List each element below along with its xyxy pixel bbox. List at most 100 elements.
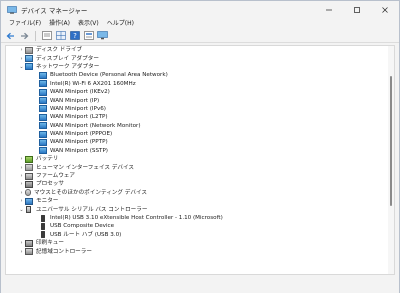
network-adapter-icon bbox=[39, 88, 47, 96]
tree-category[interactable]: › ディスク ドライブ bbox=[6, 46, 389, 54]
scrollbar-thumb[interactable] bbox=[390, 76, 392, 206]
tree-item-label: 印刷キュー bbox=[36, 240, 64, 247]
tree-category[interactable]: ⌄ ユニバーサル シリアル バス コントローラー bbox=[6, 205, 389, 214]
update-driver-button[interactable] bbox=[55, 30, 66, 41]
mouse-icon bbox=[25, 189, 31, 197]
scan-hardware-button[interactable] bbox=[97, 30, 108, 41]
print-queue-icon bbox=[25, 239, 33, 247]
tree-category[interactable]: › ファームウェア bbox=[6, 172, 389, 180]
tree-category[interactable]: › モニター bbox=[6, 197, 389, 205]
expand-chevron-icon[interactable]: › bbox=[18, 180, 25, 188]
expand-chevron-icon[interactable]: › bbox=[18, 155, 25, 163]
tree-device[interactable]: WAN Miniport (PPTP) bbox=[6, 138, 389, 146]
expand-chevron-icon[interactable]: › bbox=[18, 172, 25, 180]
tree-item-label: ディスプレイ アダプター bbox=[36, 55, 99, 62]
tree-item-label: ディスク ドライブ bbox=[36, 47, 83, 54]
expand-chevron-icon[interactable]: › bbox=[18, 248, 25, 256]
storage-controller-icon bbox=[25, 248, 33, 256]
expand-chevron-icon[interactable]: › bbox=[18, 46, 25, 54]
network-adapter-icon bbox=[39, 113, 47, 121]
network-adapter-icon bbox=[25, 63, 33, 71]
view-button[interactable] bbox=[83, 30, 94, 41]
help-button[interactable]: ? bbox=[69, 30, 80, 41]
tree-category[interactable]: › プロセッサ bbox=[6, 180, 389, 188]
maximize-icon bbox=[354, 6, 360, 13]
back-button[interactable] bbox=[5, 30, 16, 41]
usb-controller-icon bbox=[26, 206, 31, 214]
expand-chevron-icon[interactable]: › bbox=[18, 239, 25, 247]
processor-icon bbox=[25, 180, 33, 188]
battery-icon bbox=[25, 155, 33, 163]
vertical-scrollbar[interactable] bbox=[388, 46, 394, 274]
device-tree-panel: › ディスク ドライブ › ディスプレイ アダプター ⌄ ネットワーク アダプター Blue… bbox=[5, 45, 395, 275]
menu-action[interactable]: 操作(A) bbox=[45, 18, 74, 29]
tree-device[interactable]: Intel(R) USB 3.10 eXtensible Host Contro… bbox=[6, 214, 389, 222]
collapse-chevron-icon[interactable]: ⌄ bbox=[18, 63, 25, 71]
tree-item-label: USB Composite Device bbox=[50, 223, 115, 230]
device-tree: › ディスク ドライブ › ディスプレイ アダプター ⌄ ネットワーク アダプター Blue… bbox=[6, 46, 389, 256]
tree-device[interactable]: WAN Miniport (SSTP) bbox=[6, 147, 389, 155]
maximize-button[interactable] bbox=[343, 1, 371, 18]
menu-help[interactable]: ヘルプ(H) bbox=[103, 18, 138, 29]
monitor-scan-icon bbox=[97, 31, 108, 40]
toolbar: ? bbox=[1, 29, 399, 43]
tree-device[interactable]: WAN Miniport (IPv6) bbox=[6, 105, 389, 113]
expand-chevron-icon[interactable]: › bbox=[18, 164, 25, 172]
network-adapter-icon bbox=[39, 147, 47, 155]
tree-device[interactable]: WAN Miniport (IP) bbox=[6, 96, 389, 105]
minimize-button[interactable] bbox=[315, 1, 343, 18]
tree-item-label: 記憶域コントローラー bbox=[36, 248, 92, 255]
expand-chevron-icon[interactable]: › bbox=[18, 197, 25, 205]
usb-icon bbox=[41, 214, 45, 222]
tree-device[interactable]: Intel(R) Wi-Fi 6 AX201 160MHz bbox=[6, 80, 389, 88]
tree-device[interactable]: USB ルート ハブ (USB 3.0) bbox=[6, 231, 389, 239]
tree-item-label: WAN Miniport (Network Monitor) bbox=[50, 122, 141, 129]
tree-category[interactable]: ⌄ ネットワーク アダプター bbox=[6, 63, 389, 71]
tree-category[interactable]: › ヒューマン インターフェイス デバイス bbox=[6, 163, 389, 172]
tree-item-label: ユニバーサル シリアル バス コントローラー bbox=[36, 206, 148, 213]
tree-device[interactable]: USB Composite Device bbox=[6, 222, 389, 230]
hid-icon bbox=[25, 164, 33, 172]
forward-button[interactable] bbox=[19, 30, 30, 41]
tree-device[interactable]: WAN Miniport (Network Monitor) bbox=[6, 122, 389, 130]
collapse-chevron-icon[interactable]: ⌄ bbox=[18, 206, 25, 214]
tree-item-label: ヒューマン インターフェイス デバイス bbox=[36, 164, 134, 171]
view-list-icon bbox=[83, 31, 94, 40]
tree-item-label: モニター bbox=[36, 198, 59, 205]
tree-item-label: マウスとそのほかのポインティング デバイス bbox=[34, 189, 147, 196]
tree-category[interactable]: › マウスとそのほかのポインティング デバイス bbox=[6, 189, 389, 197]
tree-category[interactable]: › 記憶域コントローラー bbox=[6, 247, 389, 256]
menu-view[interactable]: 表示(V) bbox=[74, 18, 103, 29]
tree-device[interactable]: WAN Miniport (PPPOE) bbox=[6, 130, 389, 138]
tree-item-label: Intel(R) USB 3.10 eXtensible Host Contro… bbox=[50, 215, 223, 221]
title-bar: デバイス マネージャー bbox=[1, 1, 399, 18]
tree-item-label: WAN Miniport (IPv6) bbox=[50, 105, 106, 112]
tree-device[interactable]: WAN Miniport (L2TP) bbox=[6, 113, 389, 121]
tree-item-label: バッテリ bbox=[36, 156, 59, 163]
expand-chevron-icon[interactable]: › bbox=[18, 55, 25, 63]
device-manager-window: デバイス マネージャー ファイル(F) 操作(A) 表示(V) ヘルプ(H) ?… bbox=[0, 0, 400, 293]
firmware-icon bbox=[25, 172, 33, 180]
close-button[interactable] bbox=[371, 1, 399, 18]
expand-chevron-icon[interactable]: › bbox=[18, 189, 25, 197]
menu-file[interactable]: ファイル(F) bbox=[5, 18, 45, 29]
tree-device[interactable]: WAN Miniport (IKEv2) bbox=[6, 88, 389, 96]
tree-category[interactable]: › ディスプレイ アダプター bbox=[6, 54, 389, 63]
tree-category[interactable]: › 印刷キュー bbox=[6, 239, 389, 247]
properties-icon bbox=[41, 31, 52, 40]
tree-device[interactable]: Bluetooth Device (Personal Area Network) bbox=[6, 71, 389, 79]
network-adapter-icon bbox=[39, 130, 47, 138]
properties-button[interactable] bbox=[41, 30, 52, 41]
tree-category[interactable]: › バッテリ bbox=[6, 155, 389, 163]
window-title: デバイス マネージャー bbox=[21, 6, 88, 15]
